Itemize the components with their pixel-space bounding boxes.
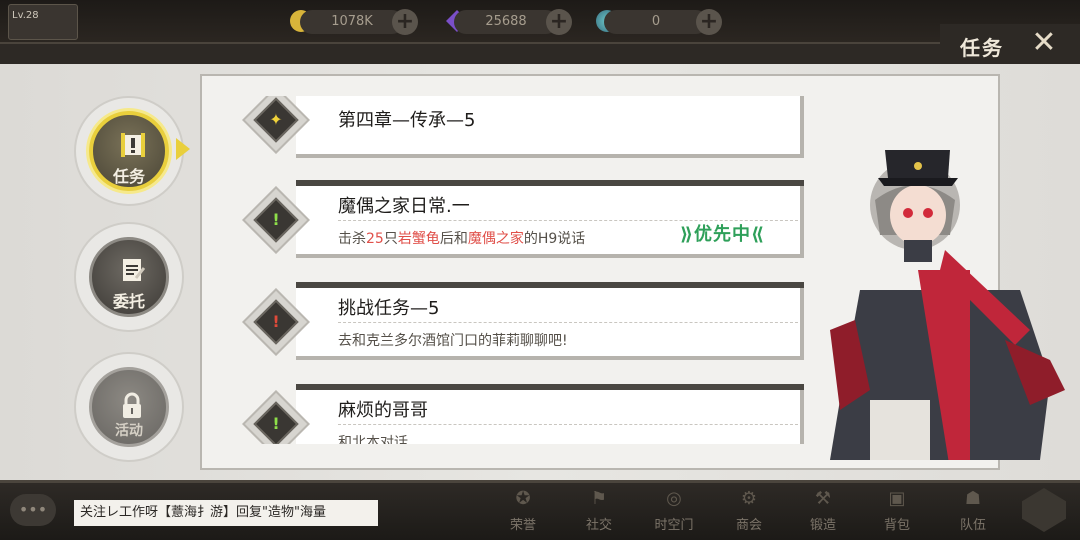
quest-description: 击杀25只岩蟹龟后和魔偶之家的H9说话: [338, 231, 586, 247]
priority-badge: ⟫优先中⟪: [680, 224, 765, 245]
nav-social[interactable]: ⚑ 社交: [572, 486, 626, 536]
bag-icon: ▣: [888, 488, 906, 509]
add-crystal-button[interactable]: +: [546, 9, 572, 35]
quest-item[interactable]: ! 麻烦的哥哥 和北本对话: [210, 384, 810, 444]
quest-title: 麻烦的哥哥: [338, 400, 428, 421]
tab-events[interactable]: 活动: [74, 352, 184, 462]
tab-commissions-badge: 委托: [89, 237, 169, 317]
tab-events-label: 活动: [115, 423, 143, 439]
quest-icon: !: [240, 388, 312, 444]
alert-icon: !: [272, 312, 280, 331]
chat-bubble-icon[interactable]: •••: [10, 494, 56, 526]
lock-icon: [123, 392, 141, 418]
tab-commissions[interactable]: 委托: [74, 222, 184, 332]
quest-icon: ✦: [240, 96, 312, 156]
nav-portal[interactable]: ◎ 时空门: [644, 486, 704, 536]
nav-honor[interactable]: ✪ 荣誉: [496, 486, 550, 536]
player-level: Lv.28: [12, 10, 39, 21]
tab-quests-badge: 任务: [89, 111, 169, 191]
quest-item[interactable]: ✦ 第四章—传承—5: [210, 96, 810, 160]
quest-icon: !: [240, 184, 312, 256]
nav-team[interactable]: ☗ 队伍: [946, 486, 1000, 536]
forge-icon: ⚒: [814, 488, 832, 509]
quest-list[interactable]: ✦ 第四章—传承—5 ! 魔偶之家日常.一 击杀25只岩蟹龟后和魔偶之家的H9说…: [210, 96, 810, 444]
quest-title: 挑战任务—5: [338, 298, 440, 319]
quest-item[interactable]: ! 魔偶之家日常.一 击杀25只岩蟹龟后和魔偶之家的H9说话 ⟫优先中⟪: [210, 180, 810, 260]
team-icon: ☗: [964, 488, 982, 509]
page-title: 任务: [960, 36, 1004, 60]
nav-shop[interactable]: ⚙ 商会: [722, 486, 776, 536]
contract-icon: [123, 259, 146, 281]
add-gold-button[interactable]: +: [392, 9, 418, 35]
honor-icon: ✪: [515, 488, 531, 509]
scroll-icon: [121, 133, 145, 157]
quest-icon: !: [240, 286, 312, 358]
active-tab-arrow: [176, 138, 190, 160]
close-icon[interactable]: ✕: [1028, 28, 1060, 58]
portal-icon: ◎: [666, 488, 682, 509]
orb-amount: 0: [604, 10, 708, 34]
tab-quests[interactable]: 任务: [74, 96, 184, 206]
tab-commissions-label: 委托: [112, 292, 145, 311]
character-portrait: [830, 150, 1065, 460]
nav-forge[interactable]: ⚒ 锻造: [796, 486, 850, 536]
alert-icon: !: [272, 414, 280, 433]
panel-header: [0, 44, 1080, 64]
shop-icon: ⚙: [740, 488, 758, 509]
quest-title: 第四章—传承—5: [338, 110, 476, 131]
quest-title: 魔偶之家日常.一: [338, 196, 470, 217]
quest-description: 去和克兰多尔酒馆门口的菲莉聊聊吧!: [338, 333, 568, 349]
alert-icon: !: [272, 210, 280, 229]
quest-item[interactable]: ! 挑战任务—5 去和克兰多尔酒馆门口的菲莉聊聊吧!: [210, 282, 810, 362]
add-orb-button[interactable]: +: [696, 9, 722, 35]
gold-amount: 1078K: [300, 10, 404, 34]
tab-quests-label: 任务: [112, 167, 145, 186]
quest-marker-icon: ✦: [269, 110, 283, 129]
chat-message[interactable]: 关注レ工作呀【薏海扌游】回复"造物"海量: [74, 500, 378, 526]
quest-description: 和北本对话: [338, 435, 408, 444]
social-icon: ⚑: [590, 488, 608, 509]
crystal-amount: 25688: [454, 10, 558, 34]
nav-bag[interactable]: ▣ 背包: [870, 486, 924, 536]
tab-events-badge: 活动: [89, 367, 169, 447]
